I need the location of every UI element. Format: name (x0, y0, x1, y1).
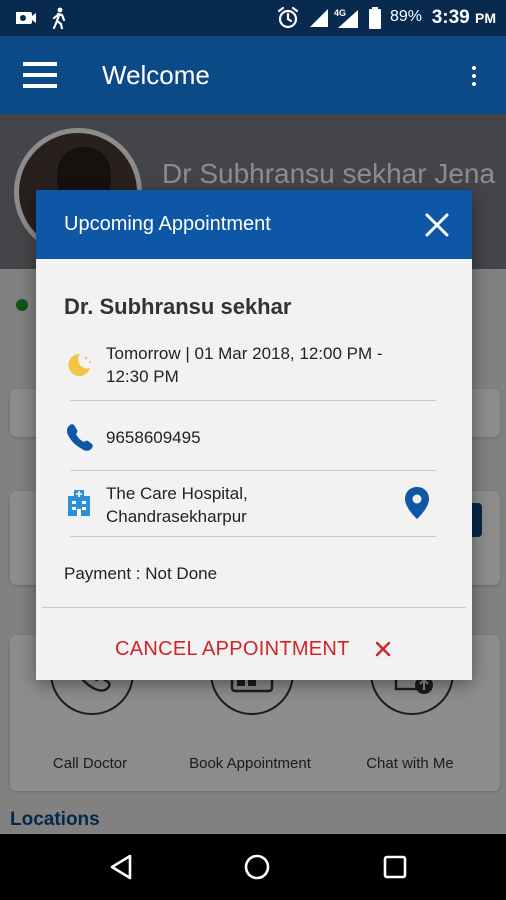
battery-percent: 89% (389, 8, 422, 25)
svg-text:4G: 4G (334, 8, 346, 18)
location-pin-icon[interactable] (404, 486, 430, 520)
menu-icon[interactable] (23, 60, 57, 90)
moon-night-icon (64, 350, 94, 380)
recent-apps-icon[interactable] (380, 852, 410, 882)
page-title: Welcome (102, 60, 210, 90)
back-icon[interactable] (106, 852, 136, 882)
cancel-appointment-label: CANCEL APPOINTMENT (115, 638, 350, 660)
appointment-doctor-name: Dr. Subhransu sekhar (64, 294, 292, 319)
cancel-appointment-button[interactable]: CANCEL APPOINTMENT (36, 610, 472, 680)
upcoming-appointment-dialog: Upcoming Appointment Dr. Subhransu sekha… (36, 190, 472, 680)
app-bar: Welcome (0, 36, 506, 114)
system-navigation-bar (0, 834, 506, 900)
signal-4g-icon: 4G (334, 0, 360, 36)
divider (70, 536, 436, 537)
walking-person-icon (50, 0, 68, 36)
clock: 3:39 PM (431, 7, 496, 28)
appointment-hospital: The Care Hospital, Chandrasekharpur (106, 484, 248, 526)
divider (70, 470, 436, 471)
dialog-title: Upcoming Appointment (64, 213, 271, 235)
alarm-icon (276, 0, 300, 36)
phone-icon (64, 422, 94, 452)
appointment-phone[interactable]: 9658609495 (106, 426, 201, 449)
close-icon[interactable] (416, 204, 458, 246)
divider (70, 400, 436, 401)
divider (42, 607, 466, 608)
hospital-building-icon (64, 488, 94, 518)
signal-icon (308, 0, 330, 36)
video-message-icon (14, 0, 38, 36)
dialog-header: Upcoming Appointment (36, 190, 472, 259)
status-bar: 4G 89% 3:39 PM (0, 0, 506, 36)
payment-status: Payment : Not Done (64, 564, 218, 583)
more-options-icon[interactable] (464, 64, 484, 88)
appointment-schedule: Tomorrow | 01 Mar 2018, 12:00 PM - 12:30… (106, 344, 383, 386)
battery-icon (368, 0, 382, 36)
home-icon[interactable] (242, 852, 272, 882)
close-red-icon (375, 641, 391, 657)
